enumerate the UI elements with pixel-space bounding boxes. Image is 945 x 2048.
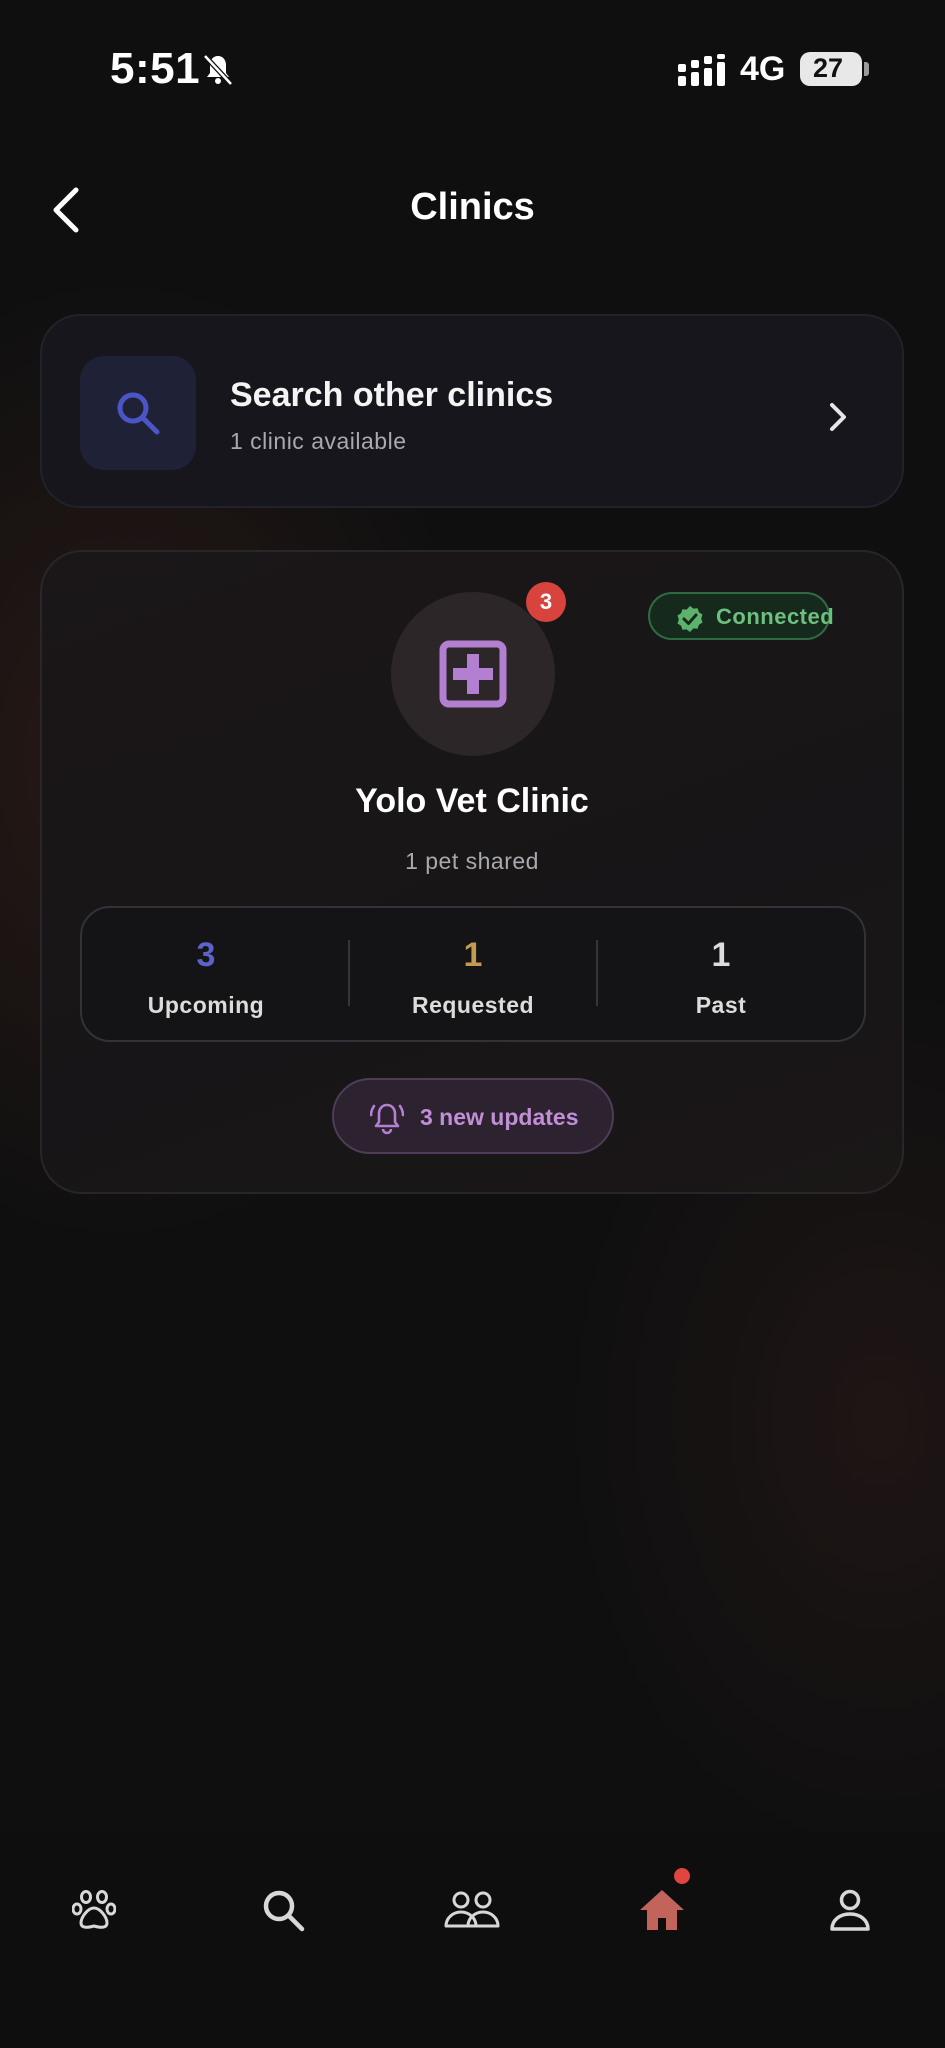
chevron-right-icon [830, 403, 846, 431]
connected-status-label: Connected [716, 604, 835, 629]
page-title: Clinics [410, 186, 535, 228]
stat-past-value: 1 [711, 936, 731, 974]
clinic-avatar [391, 592, 555, 756]
new-updates-button[interactable]: 3 new updates [332, 1078, 614, 1154]
status-time: 5:51 [110, 44, 201, 93]
search-card-title: Search other clinics [230, 376, 554, 414]
stat-past-label: Past [695, 992, 747, 1018]
stat-requested[interactable]: 1 Requested [349, 908, 597, 1040]
nav-community[interactable] [432, 1872, 512, 1952]
profile-icon [830, 1889, 870, 1931]
search-card-subtitle: 1 clinic available [230, 428, 407, 454]
clinic-name: Yolo Vet Clinic [355, 782, 589, 820]
stat-past[interactable]: 1 Past [597, 908, 845, 1040]
nav-search[interactable] [243, 1872, 323, 1952]
stat-upcoming[interactable]: 3 Upcoming [82, 908, 330, 1040]
nav-profile[interactable] [810, 1872, 890, 1952]
home-icon [640, 1890, 684, 1930]
medical-cross-icon [439, 640, 507, 708]
bell-muted-icon [203, 54, 233, 86]
search-icon-box [80, 356, 196, 470]
search-icon [263, 1890, 305, 1932]
bottom-navigation [0, 1832, 945, 2048]
signal-icon [678, 54, 725, 86]
paw-icon [72, 1890, 116, 1929]
status-bar: 5:51 4G 27 [0, 0, 945, 130]
search-clinics-card[interactable]: Search other clinics 1 clinic available [40, 314, 904, 508]
battery-nub [864, 62, 869, 76]
notification-count-badge: 3 [526, 582, 566, 622]
stat-upcoming-value: 3 [196, 936, 216, 974]
bell-ring-icon [370, 1103, 404, 1135]
nav-pets[interactable] [54, 1872, 134, 1952]
clinic-pets-shared: 1 pet shared [405, 848, 539, 874]
appointment-stats: 3 Upcoming 1 Requested 1 Past [80, 906, 866, 1042]
nav-home[interactable] [620, 1868, 700, 1952]
battery-level: 27 [812, 53, 844, 83]
stat-requested-label: Requested [411, 992, 535, 1018]
stat-requested-value: 1 [463, 936, 483, 974]
search-icon [117, 392, 160, 435]
network-type: 4G [740, 50, 786, 88]
connected-status-badge: Connected [648, 592, 834, 640]
verified-check-icon [677, 606, 703, 632]
stat-upcoming-label: Upcoming [147, 992, 265, 1018]
people-icon [444, 1891, 500, 1928]
home-notification-dot [674, 1868, 690, 1884]
new-updates-label: 3 new updates [420, 1104, 579, 1130]
clinic-card[interactable]: 3 Connected Yolo Vet Clinic 1 pet shared… [40, 550, 904, 1194]
